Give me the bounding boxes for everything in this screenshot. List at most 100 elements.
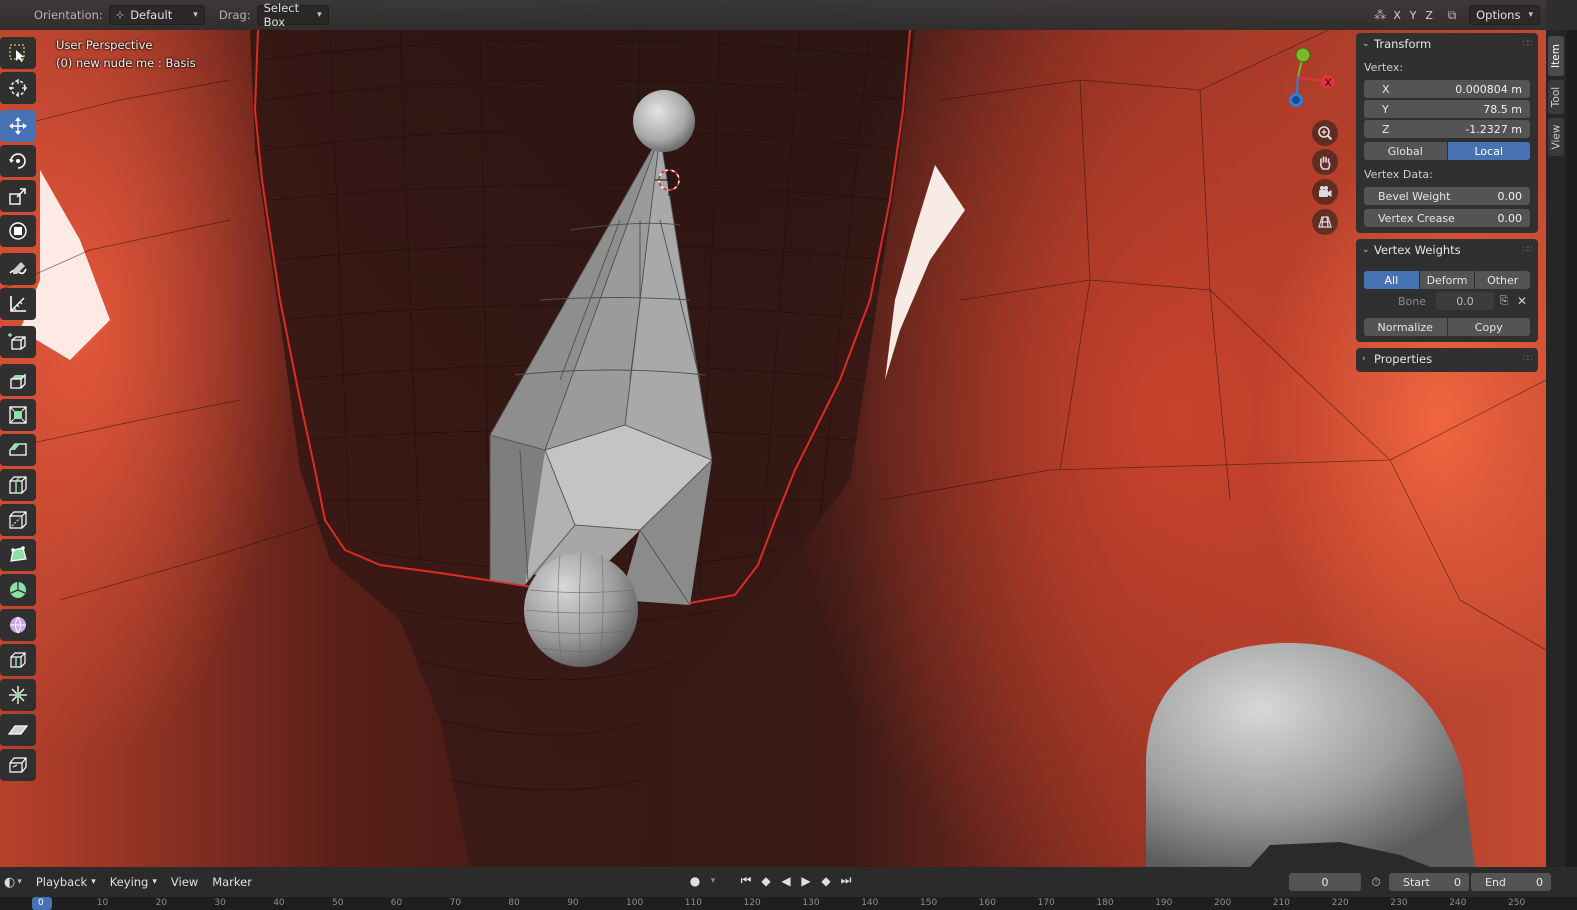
annotate-pencil-icon <box>9 262 27 275</box>
local-button[interactable]: Local <box>1447 142 1530 160</box>
view-menu[interactable]: View <box>171 875 198 889</box>
jump-end-icon[interactable]: ⏭ <box>836 873 856 888</box>
add-cube-tool[interactable] <box>0 326 36 358</box>
vertex-x-label: X <box>1382 82 1390 96</box>
close-icon[interactable]: ✕ <box>1514 294 1530 308</box>
end-frame-field[interactable]: End 0 <box>1471 873 1551 891</box>
keying-menu[interactable]: Keying ▾ <box>110 875 157 889</box>
knife-tool[interactable] <box>0 504 36 536</box>
spin-tool[interactable] <box>0 574 36 606</box>
chevron-down-icon: ▾ <box>1528 10 1533 20</box>
loop-cut-tool[interactable] <box>0 469 36 501</box>
play-reverse-icon[interactable]: ◀ <box>776 874 796 888</box>
vertex-x-value: 0.000804 m <box>1455 82 1522 96</box>
ruler-tick-label: 60 <box>390 898 403 908</box>
options-dropdown[interactable]: Options ▾ <box>1469 5 1540 25</box>
filter-deform-button[interactable]: Deform <box>1419 271 1475 289</box>
vertex-z-field[interactable]: Z -1.2327 m <box>1364 120 1530 138</box>
smooth-tool[interactable] <box>0 609 36 641</box>
stopwatch-icon[interactable]: ⏱ <box>1365 875 1387 890</box>
bevel-weight-label: Bevel Weight <box>1378 189 1451 203</box>
drag-grip-icon[interactable]: ∷∷ <box>1523 39 1534 49</box>
navigation-gizmo[interactable]: X <box>1254 42 1340 114</box>
ruler-tick-label: 190 <box>1155 898 1173 908</box>
rip-region-tool[interactable] <box>0 749 36 781</box>
marker-menu[interactable]: Marker <box>212 875 252 889</box>
tab-tool[interactable]: Tool <box>1548 80 1564 114</box>
prev-keyframe-icon[interactable]: ◆ <box>756 874 776 888</box>
annotate-tool[interactable] <box>0 253 36 285</box>
record-icon[interactable]: ● <box>686 874 704 888</box>
move-tool[interactable] <box>0 110 36 142</box>
transform-panel-header[interactable]: ⌄ Transform ∷∷ <box>1356 33 1538 55</box>
camera-icon[interactable] <box>1312 179 1338 205</box>
inset-faces-tool[interactable] <box>0 399 36 431</box>
mirror-z-toggle[interactable]: Z <box>1421 9 1437 22</box>
auto-merge-icon[interactable]: ⧉ <box>1441 8 1463 23</box>
copy-button[interactable]: Copy <box>1447 318 1530 336</box>
chevron-down-icon: ▾ <box>91 877 96 887</box>
ortho-grid-icon[interactable] <box>1312 209 1338 235</box>
rotate-tool[interactable] <box>0 145 36 177</box>
measure-tool[interactable] <box>0 288 36 320</box>
ruler-tick-label: 250 <box>1508 898 1526 908</box>
shrink-fatten-tool[interactable] <box>0 679 36 711</box>
bevel-tool[interactable] <box>0 434 36 466</box>
frame-ruler[interactable]: 0 10 20 30 40 50 60 70 80 90 100 110 120 130 140 150 160… <box>0 897 1577 910</box>
tab-view[interactable]: View <box>1548 118 1564 156</box>
ruler-tick-label: 210 <box>1272 898 1290 908</box>
bone-weight-field[interactable]: 0.0 <box>1436 292 1494 310</box>
drag-dropdown[interactable]: Select Box ▾ <box>256 1 329 29</box>
vertex-x-field[interactable]: X 0.000804 m <box>1364 80 1530 98</box>
jump-start-icon[interactable]: ⏮ <box>736 873 756 888</box>
ruler-tick-label: 200 <box>1214 898 1232 908</box>
vertex-crease-field[interactable]: Vertex Crease 0.00 <box>1364 209 1530 227</box>
shrink-fatten-icon <box>9 686 27 704</box>
chevron-down-icon: ⌄ <box>1362 245 1370 255</box>
ruler-tick-label: 240 <box>1449 898 1467 908</box>
editor-type-icon[interactable]: ◐ <box>4 875 15 890</box>
ruler-tick-label: 20 <box>155 898 168 908</box>
loop-cut-icon <box>9 476 27 494</box>
orientation-dropdown[interactable]: ⊹ Default ▾ <box>108 5 205 25</box>
extrude-region-tool[interactable] <box>0 364 36 396</box>
mirror-icon[interactable]: ⁂ <box>1371 8 1389 22</box>
properties-panel-header[interactable]: › Properties ∷∷ <box>1356 348 1538 370</box>
shear-tool[interactable] <box>0 714 36 746</box>
play-icon[interactable]: ▶ <box>796 874 816 888</box>
filter-all-button[interactable]: All <box>1364 271 1419 289</box>
end-label: End <box>1485 875 1506 889</box>
current-frame-field[interactable]: 0 <box>1289 873 1361 891</box>
frame-controls: 0 ⏱ Start 0 End 0 <box>1289 873 1551 891</box>
bevel-icon <box>9 443 27 456</box>
start-frame-field[interactable]: Start 0 <box>1389 873 1469 891</box>
drag-grip-icon[interactable]: ∷∷ <box>1523 245 1534 255</box>
vertex-weights-panel-header[interactable]: ⌄ Vertex Weights ∷∷ <box>1356 239 1538 261</box>
cursor-tool[interactable] <box>0 72 36 104</box>
drag-grip-icon[interactable]: ∷∷ <box>1523 354 1534 364</box>
3d-viewport[interactable]: Orientation: ⊹ Default ▾ Drag: Select Bo… <box>0 0 1546 867</box>
vertex-z-label: Z <box>1382 122 1390 136</box>
playback-menu[interactable]: Playback ▾ <box>36 875 96 889</box>
vertex-y-field[interactable]: Y 78.5 m <box>1364 100 1530 118</box>
scale-tool[interactable] <box>0 180 36 212</box>
normalize-button[interactable]: Normalize <box>1364 318 1447 336</box>
select-box-tool[interactable] <box>0 37 36 69</box>
bone-weight-row: Bone 0.0 ⎘ ✕ <box>1364 292 1530 310</box>
pan-hand-icon[interactable] <box>1312 149 1338 175</box>
transform-tool[interactable] <box>0 215 36 247</box>
poly-build-tool[interactable] <box>0 539 36 571</box>
edge-slide-tool[interactable] <box>0 644 36 676</box>
next-keyframe-icon[interactable]: ◆ <box>816 874 836 888</box>
mirror-x-toggle[interactable]: X <box>1389 9 1405 22</box>
mirror-y-toggle[interactable]: Y <box>1405 9 1421 22</box>
tab-item[interactable]: Item <box>1548 36 1564 76</box>
bevel-weight-field[interactable]: Bevel Weight 0.00 <box>1364 187 1530 205</box>
zoom-icon[interactable] <box>1312 120 1338 146</box>
ruler-tick-label: 70 <box>449 898 462 908</box>
start-value: 0 <box>1454 875 1461 889</box>
global-button[interactable]: Global <box>1364 142 1447 160</box>
filter-other-button[interactable]: Other <box>1475 271 1531 289</box>
keying-label: Keying <box>109 875 149 889</box>
paste-icon[interactable]: ⎘ <box>1494 294 1514 308</box>
